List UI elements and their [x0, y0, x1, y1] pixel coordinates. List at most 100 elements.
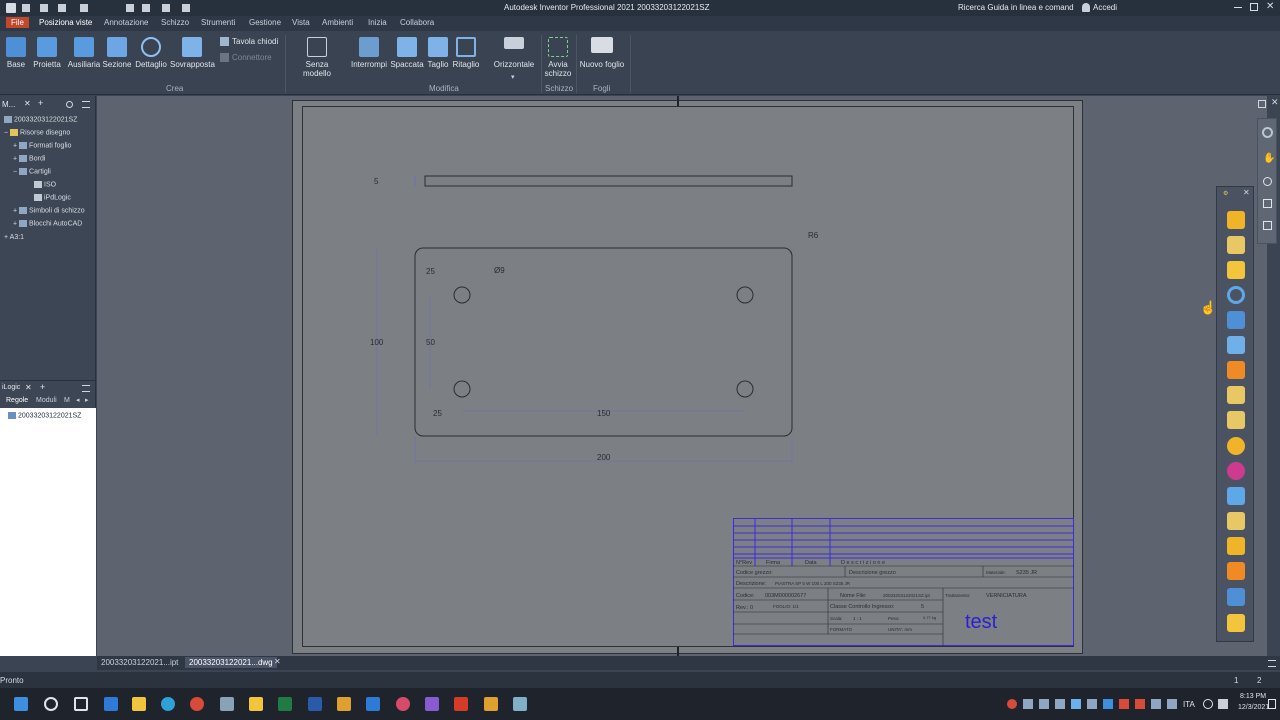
detail-view-button[interactable]: Dettaglio — [134, 37, 168, 69]
tree-item-drawing-resources[interactable]: − Risorse disegno — [4, 129, 70, 136]
projected-view-button[interactable]: Proietta — [29, 37, 65, 69]
status-page-1[interactable]: 1 — [1234, 676, 1238, 685]
tray-icon[interactable] — [1007, 699, 1017, 709]
minimize-button[interactable] — [1234, 7, 1242, 8]
ilogic-close-icon[interactable]: ✕ — [25, 383, 32, 392]
palette-grip-icon[interactable]: ⚙ — [1223, 190, 1228, 197]
tree-item-sheet-formats[interactable]: + Formati foglio — [13, 142, 71, 149]
tab-schizzo[interactable]: Schizzo — [161, 18, 189, 27]
tab-collabora[interactable]: Collabora — [400, 18, 434, 27]
browser-search-icon[interactable] — [66, 101, 73, 108]
collapse-icon[interactable]: − — [4, 129, 8, 136]
windows-start-icon[interactable] — [14, 697, 28, 711]
ruler-icon[interactable] — [1227, 236, 1245, 254]
restore-button[interactable] — [1250, 3, 1258, 11]
inventor-icon[interactable] — [484, 697, 498, 711]
target-icon[interactable] — [1227, 462, 1245, 480]
app-icon[interactable] — [513, 697, 527, 711]
file-explorer-icon[interactable] — [132, 697, 146, 711]
expand-icon[interactable]: + — [13, 155, 17, 162]
tray-icon[interactable] — [1167, 699, 1177, 709]
tree-item-title-blocks[interactable]: − Cartigli — [13, 168, 51, 175]
title-block[interactable]: N°Rev Firma Data D e s c r i z i o n e C… — [733, 518, 1074, 646]
app-menu-icon[interactable] — [6, 3, 16, 13]
expand-icon[interactable]: + — [13, 207, 17, 214]
drawing-view-icon[interactable] — [1227, 311, 1245, 329]
overlay-view-button[interactable]: Sovrapposta — [170, 37, 215, 69]
import-in-icon[interactable] — [1227, 411, 1245, 429]
horizontal-button[interactable]: Orizzontale — [493, 37, 535, 69]
expand-icon[interactable]: + — [13, 142, 17, 149]
share-icon[interactable] — [1227, 487, 1245, 505]
tab-regole[interactable]: Regole — [6, 397, 28, 404]
tree-item-sketch-symbols[interactable]: + Simboli di schizzo — [13, 207, 85, 214]
auxiliary-view-button[interactable]: Ausiliaria — [67, 37, 101, 69]
steering-wheel-icon[interactable] — [1262, 127, 1273, 138]
clock-date[interactable]: 12/3/2021 — [1238, 704, 1269, 711]
tab-inizia[interactable]: Inizia — [368, 18, 387, 27]
tab-strumenti[interactable]: Strumenti — [201, 18, 235, 27]
doctab-ipt[interactable]: 20033203122021...ipt — [97, 657, 182, 668]
print-icon[interactable] — [1227, 614, 1245, 632]
browser-menu-icon[interactable] — [82, 101, 90, 108]
store-icon[interactable] — [104, 697, 118, 711]
insert-part-icon[interactable] — [1227, 211, 1245, 229]
excel-icon[interactable] — [278, 697, 292, 711]
doctab-dwg[interactable]: 20033203122021...dwg — [185, 657, 277, 668]
constraint-icon[interactable] — [1227, 336, 1245, 354]
hierarchy-icon[interactable] — [1227, 512, 1245, 530]
doctab-close-icon[interactable]: ✕ — [274, 657, 281, 666]
tab-ambienti[interactable]: Ambienti — [322, 18, 353, 27]
app-icon[interactable] — [396, 697, 410, 711]
stack-icon[interactable] — [1227, 537, 1245, 555]
ilogic-item[interactable]: 20033203122021SZ — [8, 412, 81, 419]
ilogic-menu-icon[interactable] — [82, 385, 90, 392]
view-window-close-icon[interactable]: ✕ — [1271, 97, 1279, 108]
tray-icon[interactable] — [1039, 699, 1049, 709]
tray-icon[interactable] — [1087, 699, 1097, 709]
tray-icon[interactable] — [1151, 699, 1161, 709]
tray-icon[interactable] — [1119, 699, 1129, 709]
tab-scroll-right-icon[interactable]: ▸ — [85, 396, 89, 404]
connector-button[interactable]: Connettore — [220, 53, 272, 63]
network-icon[interactable] — [1203, 699, 1213, 709]
mail-icon[interactable] — [366, 697, 380, 711]
tray-icon[interactable] — [1023, 699, 1033, 709]
doctab-menu-icon[interactable] — [1268, 660, 1276, 667]
tree-item-iso[interactable]: ISO — [34, 181, 56, 188]
app-icon[interactable] — [220, 697, 234, 711]
notifications-icon[interactable] — [1268, 699, 1276, 709]
person-icon[interactable] — [1227, 588, 1245, 606]
bom-icon[interactable] — [1227, 562, 1245, 580]
view-window-max-icon[interactable] — [1258, 100, 1266, 108]
break-button[interactable]: Interrompi — [349, 37, 389, 69]
app-icon[interactable] — [337, 697, 351, 711]
tree-item-autocad-blocks[interactable]: + Blocchi AutoCAD — [13, 220, 82, 227]
close-button[interactable]: ✕ — [1266, 1, 1274, 12]
autocad-icon[interactable] — [454, 697, 468, 711]
tab-posiziona-viste[interactable]: Posiziona viste — [39, 18, 92, 27]
quick-access-toolbar[interactable] — [22, 4, 262, 12]
folder-icon[interactable] — [249, 697, 263, 711]
pan-icon[interactable]: ✋ — [1263, 153, 1275, 164]
zoom-window-icon[interactable] — [1263, 199, 1272, 208]
collapse-icon[interactable]: − — [13, 168, 17, 175]
tab-vista[interactable]: Vista — [292, 18, 310, 27]
tab-moduli[interactable]: Moduli — [36, 397, 57, 404]
section-view-button[interactable]: Sezione — [102, 37, 132, 69]
tray-icon[interactable] — [1055, 699, 1065, 709]
search-icon[interactable] — [44, 697, 58, 711]
ilogic-add-icon[interactable]: + — [40, 382, 45, 392]
crop-button[interactable]: Ritaglio — [452, 37, 480, 69]
tray-icon[interactable] — [1103, 699, 1113, 709]
word-icon[interactable] — [308, 697, 322, 711]
clipboard-icon[interactable] — [1227, 261, 1245, 279]
browser-close-icon[interactable]: ✕ — [24, 99, 31, 108]
browser-header[interactable]: M... — [2, 100, 15, 109]
clock-time[interactable]: 8:13 PM — [1240, 693, 1266, 700]
expand-icon[interactable]: + — [13, 220, 17, 227]
export-out-icon[interactable] — [1227, 386, 1245, 404]
tree-item-sheet[interactable]: + A3:1 — [4, 234, 24, 241]
tab-scroll-left-icon[interactable]: ◂ — [76, 396, 80, 404]
sign-in-link[interactable]: Accedi — [1093, 3, 1117, 12]
